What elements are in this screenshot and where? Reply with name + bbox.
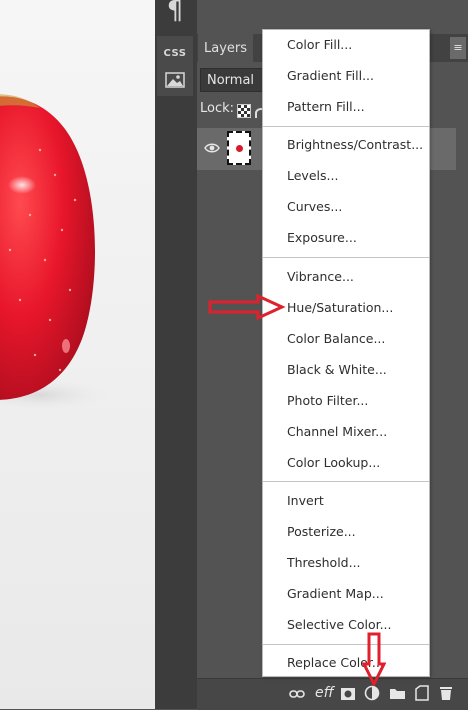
menu-separator bbox=[263, 481, 429, 482]
red-arrow-down-icon bbox=[362, 632, 386, 686]
menu-item-vibrance[interactable]: Vibrance... bbox=[263, 264, 429, 290]
layer-thumbnail[interactable] bbox=[227, 131, 251, 165]
menu-item-pattern-fill[interactable]: Pattern Fill... bbox=[263, 94, 429, 120]
menu-separator bbox=[263, 644, 429, 645]
menu-item-gradient-map[interactable]: Gradient Map... bbox=[263, 581, 429, 607]
menu-item-replace-color[interactable]: Replace Color... bbox=[263, 650, 429, 676]
menu-item-posterize[interactable]: Posterize... bbox=[263, 519, 429, 545]
image-glyph bbox=[165, 72, 185, 88]
lock-label: Lock: bbox=[200, 101, 235, 116]
tool-strip: ¶ CSS bbox=[155, 0, 198, 709]
adjustment-layer-menu: Color Fill... Gradient Fill... Pattern Fil… bbox=[262, 29, 430, 677]
menu-item-channel-mixer[interactable]: Channel Mixer... bbox=[263, 419, 429, 445]
menu-item-gradient-fill[interactable]: Gradient Fill... bbox=[263, 63, 429, 89]
menu-item-invert[interactable]: Invert bbox=[263, 488, 429, 514]
trash-icon[interactable] bbox=[439, 685, 453, 701]
lock-transparency-icon[interactable] bbox=[237, 104, 251, 118]
menu-item-exposure[interactable]: Exposure... bbox=[263, 225, 429, 251]
new-layer-icon[interactable] bbox=[415, 685, 429, 701]
document-canvas[interactable] bbox=[0, 0, 155, 709]
image-icon[interactable] bbox=[157, 64, 193, 96]
mask-icon[interactable] bbox=[340, 687, 356, 701]
menu-item-black-white[interactable]: Black & White... bbox=[263, 357, 429, 383]
apple-photo bbox=[0, 94, 110, 411]
panel-menu-icon[interactable]: ≡ bbox=[450, 37, 466, 59]
link-icon[interactable] bbox=[289, 690, 305, 698]
menu-item-photo-filter[interactable]: Photo Filter... bbox=[263, 388, 429, 414]
effects-icon[interactable]: eff bbox=[315, 685, 334, 701]
menu-item-color-lookup[interactable]: Color Lookup... bbox=[263, 450, 429, 476]
menu-separator bbox=[263, 257, 429, 258]
menu-item-threshold[interactable]: Threshold... bbox=[263, 550, 429, 576]
folder-icon[interactable] bbox=[389, 687, 406, 700]
css-label: CSS bbox=[163, 47, 187, 59]
menu-item-hue-saturation[interactable]: Hue/Saturation... bbox=[263, 295, 429, 321]
tab-layers[interactable]: Layers bbox=[198, 34, 254, 62]
adjustment-layer-icon[interactable] bbox=[364, 685, 380, 701]
menu-item-color-balance[interactable]: Color Balance... bbox=[263, 326, 429, 352]
paragraph-glyph: ¶ bbox=[166, 0, 184, 26]
red-arrow-right-icon bbox=[208, 294, 286, 320]
thumbnail-apple bbox=[236, 145, 243, 152]
menu-separator bbox=[263, 126, 429, 127]
menu-item-selective-color[interactable]: Selective Color... bbox=[263, 612, 429, 638]
menu-item-levels[interactable]: Levels... bbox=[263, 163, 429, 189]
menu-item-brightness-contrast[interactable]: Brightness/Contrast... bbox=[263, 132, 429, 158]
menu-item-color-fill[interactable]: Color Fill... bbox=[263, 32, 429, 58]
blend-mode-select[interactable]: Normal bbox=[200, 68, 264, 92]
menu-item-curves[interactable]: Curves... bbox=[263, 194, 429, 220]
paragraph-icon[interactable]: ¶ bbox=[157, 0, 193, 26]
layers-bottom-toolbar: eff bbox=[197, 678, 468, 710]
eye-icon[interactable] bbox=[204, 142, 220, 154]
